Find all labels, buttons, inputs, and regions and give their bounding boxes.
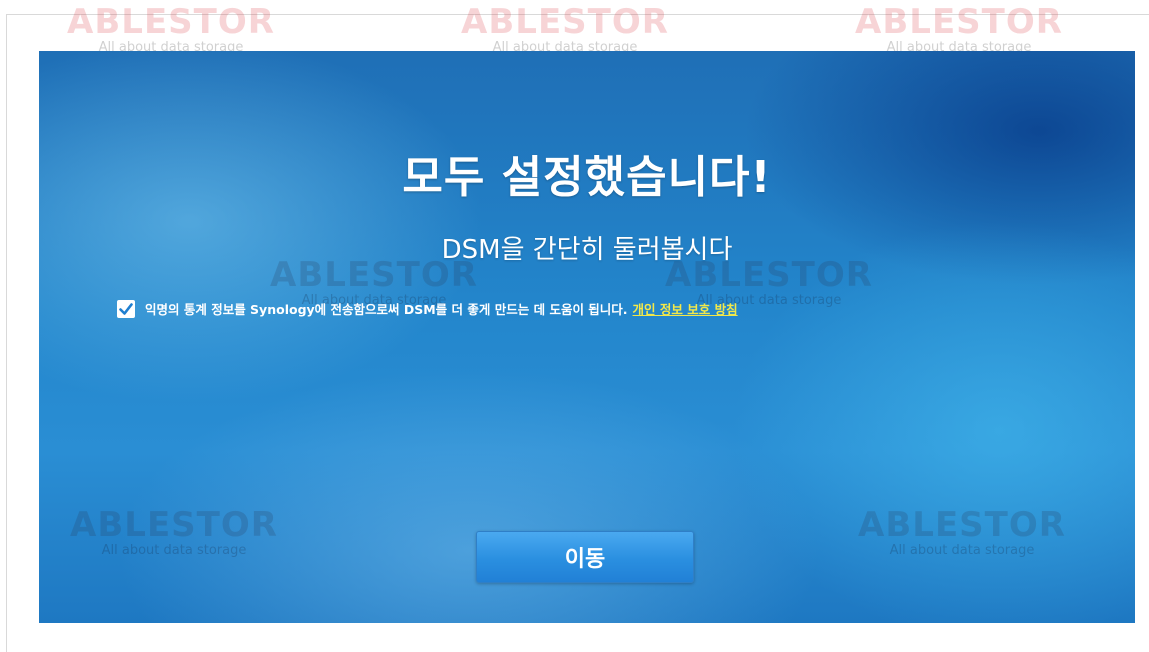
setup-complete-page: ABLESTOR All about data storage ABLESTOR… — [0, 0, 1149, 652]
welcome-panel: ABLESTOR All about data storage ABLESTOR… — [39, 51, 1135, 623]
go-button[interactable]: 이동 — [476, 531, 694, 583]
watermark-logo: ABLESTOR — [858, 505, 1066, 545]
watermark-logo: ABLESTOR — [67, 2, 275, 42]
watermark-tagline: All about data storage — [889, 543, 1035, 558]
frame-border-top — [6, 14, 1149, 15]
watermark-logo: ABLESTOR — [70, 505, 278, 545]
watermark-logo: ABLESTOR — [461, 2, 669, 42]
watermark-logo: ABLESTOR — [855, 2, 1063, 42]
watermark: ABLESTOR All about data storage — [834, 4, 1084, 56]
page-title: 모두 설정했습니다! — [402, 152, 772, 203]
privacy-policy-link[interactable]: 개인 정보 보호 방침 — [633, 299, 738, 318]
statistics-consent-label: 익명의 통계 정보를 Synology에 전송함으로써 DSM를 더 좋게 만드… — [145, 302, 628, 317]
watermark: ABLESTOR All about data storage — [49, 507, 299, 559]
watermark-tagline: All about data storage — [101, 543, 247, 558]
statistics-consent-row: 익명의 통계 정보를 Synology에 전송함으로써 DSM를 더 좋게 만드… — [117, 299, 738, 318]
watermark: ABLESTOR All about data storage — [440, 4, 690, 56]
page-subtitle: DSM을 간단히 둘러봅시다 — [441, 235, 733, 265]
frame-border-left — [6, 14, 7, 652]
statistics-consent-checkbox[interactable] — [117, 299, 135, 318]
watermark: ABLESTOR All about data storage — [837, 507, 1087, 559]
checkmark-icon — [119, 302, 133, 315]
watermark: ABLESTOR All about data storage — [46, 4, 296, 56]
